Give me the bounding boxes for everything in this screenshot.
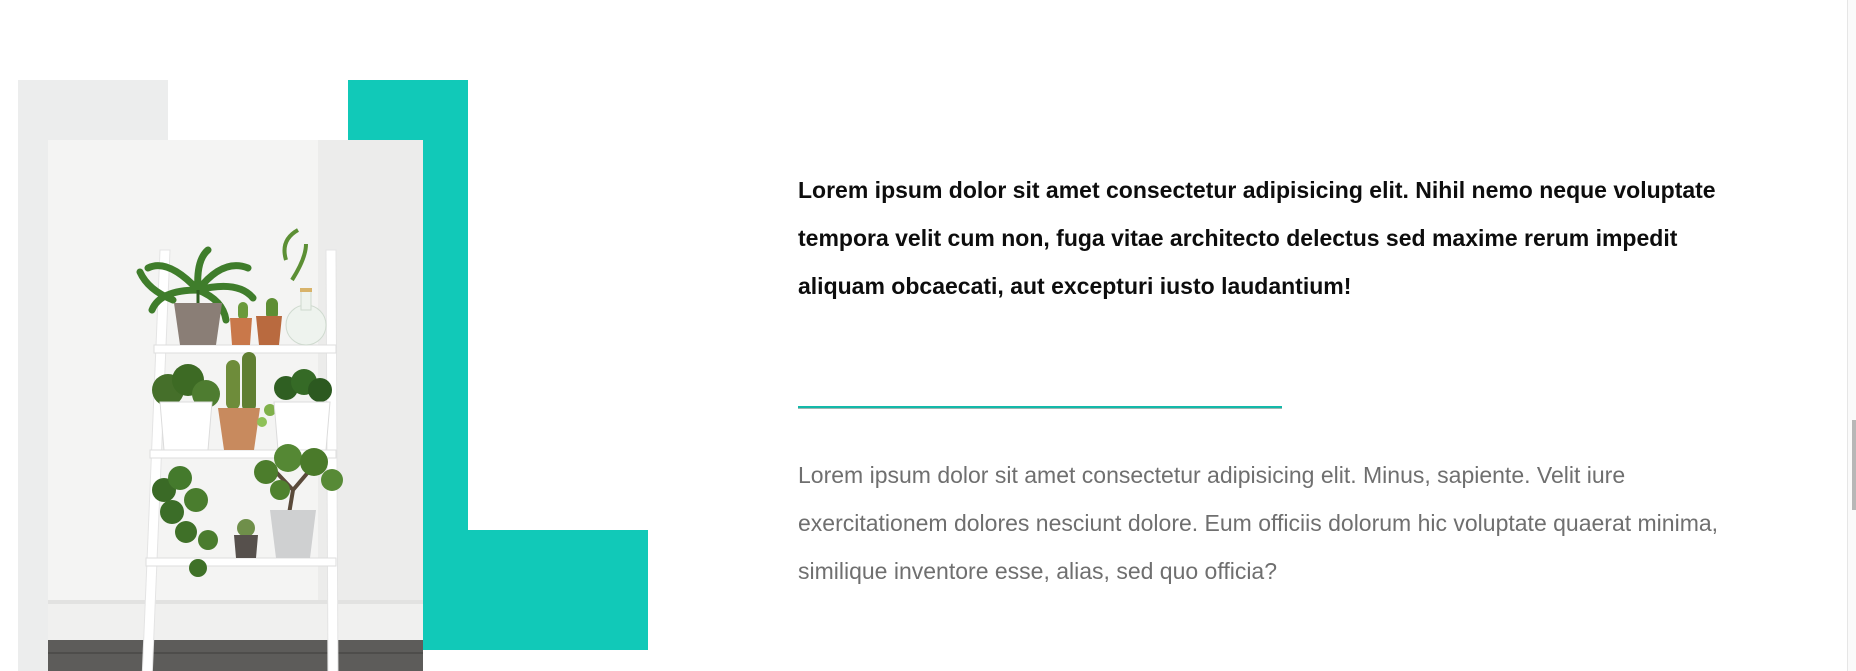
lead-paragraph: Lorem ipsum dolor sit amet consectetur a…	[798, 177, 1716, 299]
vertical-scrollbar[interactable]	[1847, 0, 1856, 671]
scrollbar-thumb[interactable]	[1852, 420, 1856, 510]
plant-shelf-image	[48, 140, 423, 671]
text-section: Lorem ipsum dolor sit amet consectetur a…	[798, 166, 1758, 595]
divider-line	[798, 406, 1282, 409]
page: Lorem ipsum dolor sit amet consectetur a…	[0, 0, 1856, 671]
body-paragraph: Lorem ipsum dolor sit amet consectetur a…	[798, 462, 1719, 584]
decorative-teal-block	[420, 530, 648, 650]
plant-shelf-icon	[48, 140, 423, 671]
